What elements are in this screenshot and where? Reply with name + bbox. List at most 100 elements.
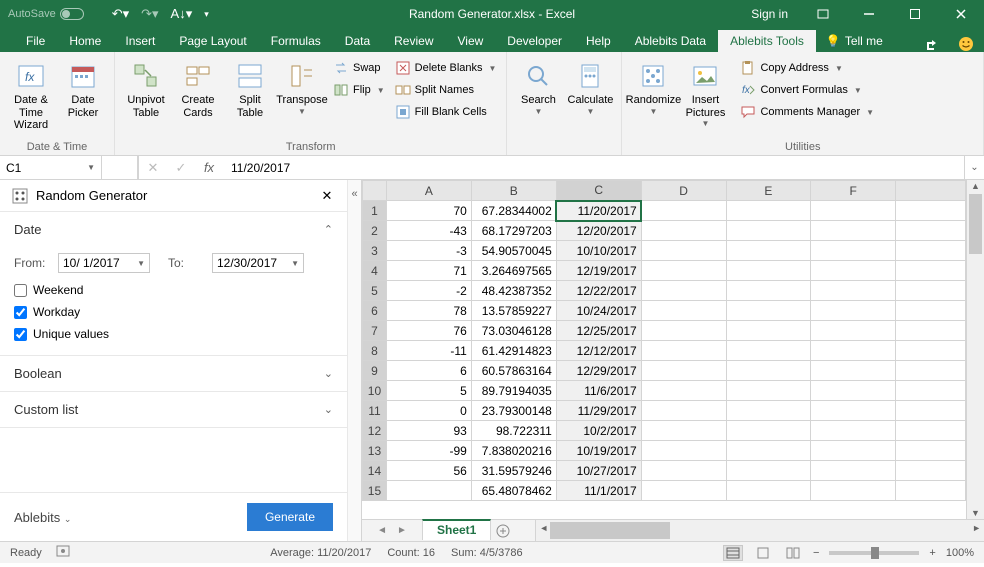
flip-button[interactable]: Flip▼ [329,80,389,100]
cell[interactable] [896,441,966,461]
tab-insert[interactable]: Insert [113,30,167,52]
cell[interactable] [811,361,896,381]
cell[interactable]: 68.17297203 [471,221,556,241]
tab-help[interactable]: Help [574,30,623,52]
cell[interactable]: 93 [386,421,471,441]
section-header-boolean[interactable]: Boolean ⌄ [0,356,347,391]
cancel-icon[interactable]: ✕ [139,160,167,176]
cell[interactable] [896,381,966,401]
cell[interactable] [641,221,726,241]
split-table-button[interactable]: SplitTable [225,56,275,122]
cell[interactable] [896,321,966,341]
scroll-up-icon[interactable]: ▲ [967,181,984,191]
cell[interactable] [641,381,726,401]
cell[interactable]: 67.28344002 [471,201,556,221]
cell[interactable] [811,381,896,401]
checkbox[interactable] [14,284,27,297]
close-icon[interactable] [938,0,984,28]
cell[interactable] [726,341,811,361]
col-header-d[interactable]: D [641,181,726,201]
cell[interactable]: 70 [386,201,471,221]
cell[interactable] [641,421,726,441]
tab-data[interactable]: Data [333,30,382,52]
prev-sheet-icon[interactable]: ◄ [377,525,387,536]
cell[interactable]: -3 [386,241,471,261]
macro-record-icon[interactable] [56,545,70,560]
cell[interactable] [811,281,896,301]
cell[interactable]: 11/20/2017 [556,201,641,221]
row-header[interactable]: 12 [363,421,387,441]
row-header[interactable]: 4 [363,261,387,281]
cell[interactable] [896,361,966,381]
tab-home[interactable]: Home [57,30,113,52]
share-icon[interactable] [912,38,948,52]
view-page-layout-icon[interactable] [753,545,773,561]
grid[interactable]: A B C D E F 1 70 67.28344002 11/20/2017 … [362,180,966,501]
minimize-icon[interactable] [846,0,892,28]
zoom-level[interactable]: 100% [946,547,974,559]
cell[interactable] [641,301,726,321]
date-picker-button[interactable]: DatePicker [58,56,108,132]
search-button[interactable]: Search▼ [513,56,563,116]
checkbox[interactable] [14,328,27,341]
cell[interactable] [811,301,896,321]
cell[interactable] [811,401,896,421]
cell[interactable]: 71 [386,261,471,281]
zoom-in-icon[interactable]: + [929,547,935,559]
row-header[interactable]: 5 [363,281,387,301]
split-names-button[interactable]: Split Names [391,80,501,100]
signin-link[interactable]: Sign in [751,7,788,21]
col-header-c[interactable]: C [556,181,641,201]
unique-check[interactable]: Unique values [14,327,333,341]
cell[interactable] [726,481,811,501]
cell[interactable]: -99 [386,441,471,461]
undo-icon[interactable]: ↶▾ [112,6,129,22]
col-header-f[interactable]: F [811,181,896,201]
cell[interactable] [641,481,726,501]
weekend-check[interactable]: Weekend [14,283,333,297]
cell[interactable]: 23.79300148 [471,401,556,421]
cell[interactable] [726,461,811,481]
calculate-button[interactable]: Calculate▼ [565,56,615,116]
add-sheet-icon[interactable] [491,520,515,541]
generate-button[interactable]: Generate [247,503,333,531]
cell[interactable]: 10/2/2017 [556,421,641,441]
vertical-scrollbar[interactable]: ▲ ▼ [966,180,984,519]
view-page-break-icon[interactable] [783,545,803,561]
cell[interactable] [726,421,811,441]
cell[interactable] [896,301,966,321]
tab-developer[interactable]: Developer [495,30,574,52]
cell[interactable]: 65.48078462 [471,481,556,501]
insert-pictures-button[interactable]: InsertPictures▼ [680,56,730,128]
create-cards-button[interactable]: CreateCards [173,56,223,122]
row-header[interactable]: 8 [363,341,387,361]
cell[interactable]: 31.59579246 [471,461,556,481]
cell[interactable] [641,201,726,221]
cell[interactable]: 73.03046128 [471,321,556,341]
redo-icon[interactable]: ↷▾ [141,6,158,22]
scroll-right-icon[interactable]: ► [972,523,981,533]
enter-icon[interactable]: ✓ [167,160,195,176]
delete-blanks-button[interactable]: Delete Blanks▼ [391,58,501,78]
cell[interactable]: 12/25/2017 [556,321,641,341]
cell[interactable]: 61.42914823 [471,341,556,361]
cell[interactable] [641,241,726,261]
convert-formulas-button[interactable]: fxConvert Formulas▼ [736,80,878,100]
cell[interactable] [726,241,811,261]
cell[interactable] [726,201,811,221]
sheet-tab-1[interactable]: Sheet1 [422,519,491,540]
cell[interactable] [896,281,966,301]
horizontal-scrollbar[interactable]: ◄ ► [535,520,984,541]
col-header-a[interactable]: A [386,181,471,201]
row-header[interactable]: 13 [363,441,387,461]
date-time-wizard-button[interactable]: fxDate &Time Wizard [6,56,56,132]
cell[interactable]: 10/27/2017 [556,461,641,481]
tab-view[interactable]: View [446,30,496,52]
cell[interactable]: 6 [386,361,471,381]
view-normal-icon[interactable] [723,545,743,561]
zoom-out-icon[interactable]: − [813,547,819,559]
from-date-input[interactable]: 10/ 1/2017▼ [58,253,150,273]
cell[interactable] [896,481,966,501]
cell[interactable] [896,461,966,481]
cell[interactable]: 78 [386,301,471,321]
